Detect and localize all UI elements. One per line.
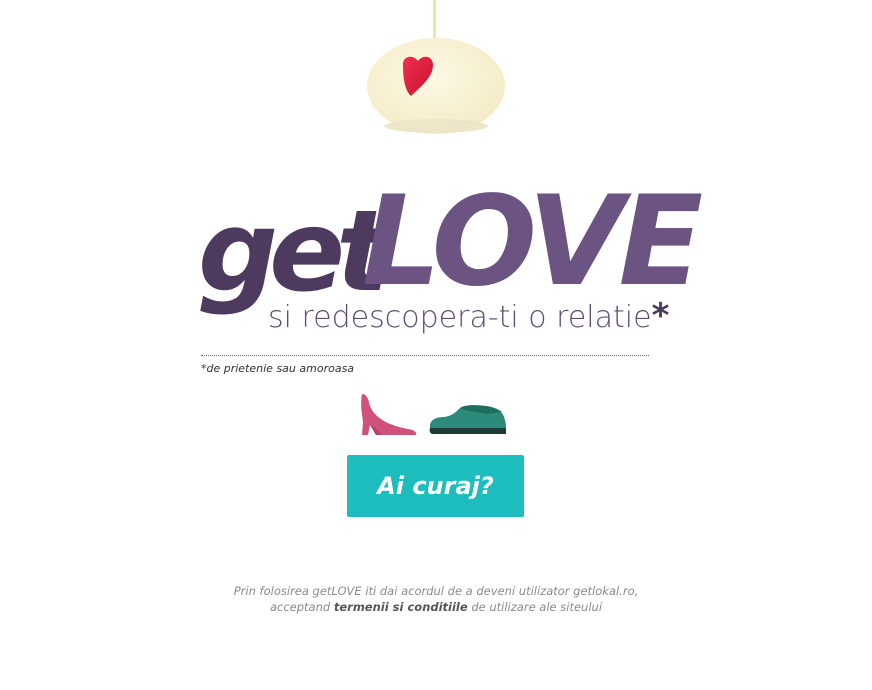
landing-page: get LOVE si redescopera-ti o relatie* *d… <box>0 0 872 690</box>
legal-line-2-suffix: de utilizare ale siteului <box>467 600 603 614</box>
legal-line-2: acceptand termenii si conditiile de util… <box>0 599 872 615</box>
terms-link[interactable]: termenii si conditiile <box>334 600 468 614</box>
tagline-asterisk: * <box>651 296 670 336</box>
logo-love-text: LOVE <box>362 170 703 314</box>
shoes-icon <box>361 394 506 435</box>
logo-get-text: get <box>198 187 390 317</box>
lamp-heart-icon <box>367 38 505 134</box>
cta-button[interactable]: Ai curaj? <box>347 455 524 517</box>
legal-line-1: Prin folosirea getLOVE iti dai acordul d… <box>233 584 639 598</box>
legal-notice: Prin folosirea getLOVE iti dai acordul d… <box>0 583 872 615</box>
tagline: si redescopera-ti o relatie* <box>268 296 669 337</box>
legal-line-2-prefix: acceptand <box>269 600 334 614</box>
dotted-divider <box>201 355 649 356</box>
tagline-text: si redescopera-ti o relatie <box>268 300 652 335</box>
footnote: *de prietenie sau amoroasa <box>201 362 355 375</box>
